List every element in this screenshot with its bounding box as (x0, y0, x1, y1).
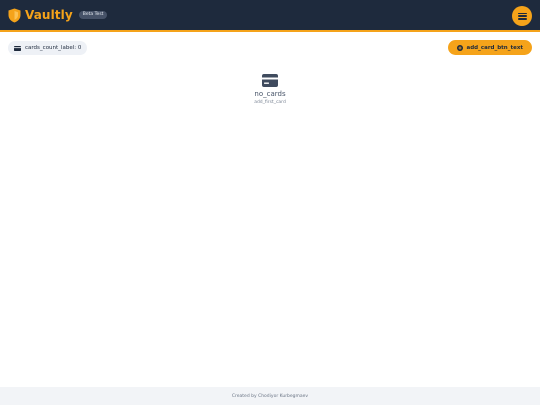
shield-icon (8, 8, 21, 23)
empty-state: no_cards add_first_card (0, 74, 540, 105)
add-card-button[interactable]: add_card_btn_text (447, 40, 532, 55)
footer-credit: Created by Chodiyor Kurbegmaev (231, 393, 309, 399)
app-header: Vaultly Beta Test (0, 0, 540, 32)
brand-name: Vaultly (25, 8, 73, 22)
plus-circle-icon (456, 44, 463, 51)
empty-state-title: no_cards (254, 90, 286, 98)
cards-count-chip: cards_count_label: 0 (8, 41, 88, 55)
menu-button[interactable] (512, 6, 532, 26)
card-icon (14, 45, 21, 51)
app-footer: Created by Chodiyor Kurbegmaev (0, 387, 540, 405)
hamburger-icon (517, 12, 527, 20)
app-root: Vaultly Beta Test cards_count_label: 0 a… (0, 0, 540, 405)
add-card-label: add_card_btn_text (466, 44, 523, 51)
empty-state-subtitle: add_first_card (254, 100, 286, 106)
cards-count-value: 0 (77, 45, 82, 51)
cards-count-label: cards_count_label (25, 45, 75, 51)
beta-badge: Beta Test (78, 10, 108, 20)
credit-card-icon (262, 74, 278, 87)
